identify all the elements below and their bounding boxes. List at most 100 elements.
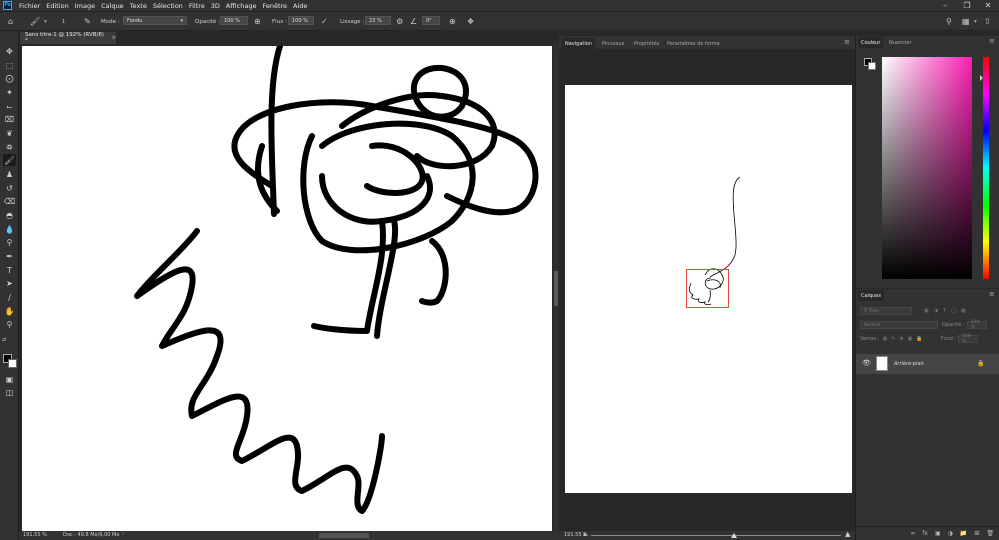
frame-tool-icon[interactable]: ⌧ [3, 113, 16, 125]
quick-mask-icon[interactable]: ▣ [3, 373, 16, 385]
angle-input[interactable]: 0° [422, 16, 440, 25]
layer-search-input[interactable]: ⚲ Type [860, 307, 912, 315]
pressure-size-icon[interactable]: ⊕ [449, 16, 456, 27]
layer-style-icon[interactable]: fx [922, 530, 928, 537]
hue-slider[interactable] [983, 57, 989, 279]
lock-all-icon[interactable]: 🔒 [916, 336, 922, 342]
menu-fenetre[interactable]: Fenêtre [259, 2, 290, 10]
tab-calques[interactable]: Calques [858, 290, 884, 301]
lock-artboard-icon[interactable]: ▣ [908, 336, 913, 342]
navigator-zoom-slider[interactable] [591, 535, 841, 536]
move-tool-icon[interactable]: ✥ [3, 45, 16, 57]
menu-filtre[interactable]: Filtre [186, 2, 208, 10]
healing-brush-tool-icon[interactable]: ♽ [3, 141, 16, 153]
layer-name[interactable]: Arrière-plan [894, 361, 924, 367]
add-mask-icon[interactable]: ▣ [935, 530, 941, 537]
paint-bucket-tool-icon[interactable]: ◓ [3, 209, 16, 221]
adjustment-layer-icon[interactable]: ◑ [948, 530, 953, 537]
gear-icon[interactable]: ⚙ [396, 16, 403, 27]
eraser-tool-icon[interactable]: ⌫ [3, 195, 16, 207]
tab-parametres-de-forme[interactable]: Paramètres de forme [664, 38, 723, 49]
lock-move-icon[interactable]: ✥ [899, 336, 903, 342]
document-tab[interactable]: Sans titre-1 @ 192% (RVB/8) * × [20, 32, 116, 44]
home-icon[interactable]: ⌂ [8, 16, 13, 27]
menu-edition[interactable]: Edition [43, 2, 72, 10]
menu-selection[interactable]: Sélection [150, 2, 186, 10]
tab-pinceaux[interactable]: Pinceaux [599, 38, 627, 49]
filter-adjust-icon[interactable]: ◑ [934, 308, 938, 314]
vertical-scroll-thumb[interactable] [554, 271, 558, 306]
filter-shape-icon[interactable]: □ [951, 308, 956, 314]
search-icon[interactable]: ⚲ [946, 16, 952, 27]
flow-input[interactable]: 100 % [288, 16, 314, 25]
color-background-swatch[interactable] [868, 62, 876, 70]
opacity-input[interactable]: 100 % [220, 16, 248, 25]
horizontal-scroll-thumb[interactable] [319, 533, 369, 538]
zoom-tool-icon[interactable]: ⚲ [3, 318, 16, 330]
brush-preset-icon[interactable]: 🖌 [30, 16, 40, 27]
panel-menu-icon[interactable]: ≡ [989, 37, 995, 45]
document-canvas[interactable] [22, 44, 552, 531]
fill-input[interactable]: 100 % [958, 334, 979, 344]
menu-affichage[interactable]: Affichage [223, 2, 260, 10]
pen-tool-icon[interactable]: ✒ [3, 250, 16, 262]
eye-icon[interactable]: 👁 [862, 359, 871, 367]
path-selection-tool-icon[interactable]: ➤ [3, 277, 16, 289]
menu-calque[interactable]: Calque [98, 2, 127, 10]
link-layers-icon[interactable]: ∞ [910, 530, 915, 537]
crop-tool-icon[interactable]: ⌙ [3, 100, 16, 112]
tab-couleur[interactable]: Couleur [858, 37, 884, 48]
blend-mode-select[interactable]: Normal [860, 321, 938, 329]
chevron-down-icon[interactable]: ▾ [974, 16, 977, 27]
navigator-preview[interactable] [565, 85, 852, 493]
zoom-in-icon[interactable]: ▲ [845, 530, 850, 538]
zoom-out-icon[interactable]: ▴ [583, 530, 587, 538]
marquee-tool-icon[interactable]: ⬚ [3, 59, 16, 71]
background-color-swatch[interactable] [8, 359, 17, 368]
menu-image[interactable]: Image [72, 2, 98, 10]
menu-fichier[interactable]: Fichier [16, 2, 43, 10]
share-icon[interactable]: ⇧ [984, 16, 991, 27]
brush-panel-toggle-icon[interactable]: ✎ [84, 16, 91, 27]
maximize-button[interactable]: ❐ [956, 0, 978, 11]
tab-nuancier[interactable]: Nuancier [886, 37, 914, 48]
zoom-readout[interactable]: 191,55 % [23, 532, 47, 538]
doc-info[interactable]: Doc : 49,8 Mo/9,00 Mo [63, 532, 119, 538]
menu-3d[interactable]: 3D [208, 2, 223, 10]
filter-pixel-icon[interactable]: ▣ [924, 308, 929, 314]
tab-proprietes[interactable]: Propriétés [631, 38, 662, 49]
dodge-tool-icon[interactable]: ⚲ [3, 236, 16, 248]
minimize-button[interactable]: – [934, 0, 956, 11]
type-tool-icon[interactable]: T [3, 264, 16, 276]
brush-size-value[interactable]: 1 [62, 16, 65, 27]
smoothing-input[interactable]: 23 % [365, 16, 391, 25]
new-group-icon[interactable]: 📁 [960, 530, 967, 537]
filter-smart-icon[interactable]: ▩ [961, 308, 966, 314]
brush-tool-icon[interactable]: 🖌 [3, 154, 16, 166]
close-window-button[interactable]: ✕ [977, 0, 999, 11]
pressure-opacity-icon[interactable]: ⊕ [254, 16, 261, 27]
mode-select[interactable]: Fondu ▾ [123, 16, 187, 25]
blur-tool-icon[interactable]: 💧 [3, 223, 16, 235]
menu-texte[interactable]: Texte [127, 2, 150, 10]
eyedropper-tool-icon[interactable]: ❦ [3, 127, 16, 139]
layer-opacity-input[interactable]: 100 % [966, 320, 987, 330]
screen-mode-icon[interactable]: ◫ [3, 386, 16, 398]
panel-menu-icon[interactable]: ≡ [844, 38, 850, 46]
hand-tool-icon[interactable]: ✋ [3, 305, 16, 317]
lock-paint-icon[interactable]: ✎ [891, 336, 895, 342]
delete-layer-icon[interactable]: 🗑 [986, 530, 994, 537]
chevron-right-icon[interactable]: › [122, 531, 124, 537]
airbrush-icon[interactable]: ✓ [321, 16, 328, 27]
new-layer-icon[interactable]: ⊞ [974, 530, 979, 537]
lasso-tool-icon[interactable]: ⨀ [3, 72, 16, 84]
layer-row[interactable]: 👁 Arrière-plan 🔒 [856, 354, 999, 374]
workspace-icon[interactable]: ▦ [962, 16, 970, 27]
tab-navigation[interactable]: Navigation [562, 38, 595, 49]
symmetry-icon[interactable]: ❖ [467, 16, 474, 27]
chevron-down-icon[interactable]: ▾ [44, 16, 47, 27]
navigator-view-box[interactable] [686, 269, 729, 308]
swap-colors-icon[interactable]: ⇄ [2, 337, 8, 343]
line-tool-icon[interactable]: ∕ [3, 291, 16, 303]
panel-menu-icon[interactable]: ≡ [989, 290, 995, 298]
